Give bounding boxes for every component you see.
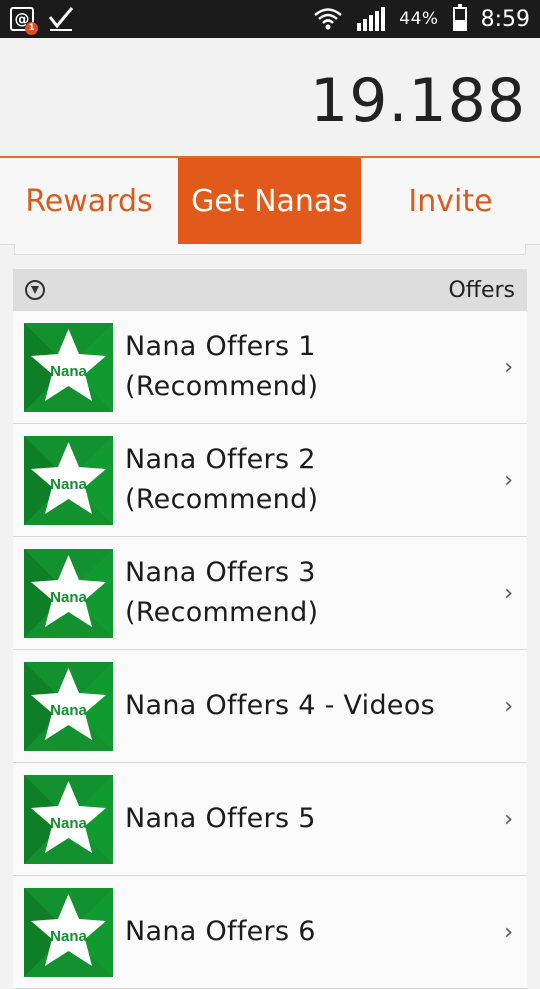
offers-section-header[interactable]: Offers xyxy=(13,269,527,311)
battery-icon xyxy=(452,4,467,31)
tab-get-nanas[interactable]: Get Nanas xyxy=(178,158,361,244)
signal-icon xyxy=(357,7,386,31)
clock: 8:59 xyxy=(480,6,530,32)
offer-title: Nana Offers 1 xyxy=(125,331,316,362)
offer-label: Nana Offers 2 (Recommend) xyxy=(125,440,318,520)
svg-text:Nana: Nana xyxy=(50,476,87,493)
email-notification-icon: @1 xyxy=(10,7,38,35)
tab-invite[interactable]: Invite xyxy=(361,158,540,244)
checkmark-icon xyxy=(48,6,74,32)
balance-value: 19.188 xyxy=(310,66,526,136)
svg-text:Nana: Nana xyxy=(50,363,87,380)
chevron-right-icon: › xyxy=(504,694,513,719)
offer-title: Nana Offers 4 - Videos xyxy=(125,690,436,721)
nana-star-icon: Nana xyxy=(24,887,113,977)
offer-row-4[interactable]: Nana Nana Offers 4 - Videos › xyxy=(13,650,527,763)
download-icon xyxy=(25,280,45,300)
tab-bar: Rewards Get Nanas Invite xyxy=(0,158,540,245)
offer-label: Nana Offers 4 - Videos xyxy=(125,686,435,726)
divider xyxy=(14,244,526,255)
offer-title: Nana Offers 5 xyxy=(125,803,316,834)
offers-list: Nana Nana Offers 1 (Recommend) › Nana Na… xyxy=(13,311,527,989)
nana-star-icon: Nana xyxy=(24,548,113,638)
offer-subtitle: (Recommend) xyxy=(125,484,319,515)
nana-star-icon: Nana xyxy=(24,774,113,864)
offer-label: Nana Offers 6 xyxy=(125,912,316,952)
battery-percent: 44% xyxy=(399,9,439,29)
status-bar: @1 44% 8:59 xyxy=(0,0,540,38)
offer-row-1[interactable]: Nana Nana Offers 1 (Recommend) › xyxy=(13,311,527,424)
chevron-right-icon: › xyxy=(504,920,513,945)
chevron-right-icon: › xyxy=(504,355,513,380)
svg-text:Nana: Nana xyxy=(50,589,87,606)
svg-text:Nana: Nana xyxy=(50,815,87,832)
offer-label: Nana Offers 3 (Recommend) xyxy=(125,553,318,633)
offer-title: Nana Offers 3 xyxy=(125,557,316,588)
offer-title: Nana Offers 6 xyxy=(125,916,316,947)
section-title: Offers xyxy=(448,277,515,303)
tab-rewards[interactable]: Rewards xyxy=(0,158,178,244)
offer-label: Nana Offers 5 xyxy=(125,799,316,839)
nana-star-icon: Nana xyxy=(24,661,113,751)
svg-text:Nana: Nana xyxy=(50,928,87,945)
offer-label: Nana Offers 1 (Recommend) xyxy=(125,327,318,407)
offer-row-3[interactable]: Nana Nana Offers 3 (Recommend) › xyxy=(13,537,527,650)
balance-panel: 19.188 xyxy=(0,38,540,158)
nana-star-icon: Nana xyxy=(24,322,113,412)
chevron-right-icon: › xyxy=(504,807,513,832)
offer-row-2[interactable]: Nana Nana Offers 2 (Recommend) › xyxy=(13,424,527,537)
svg-text:Nana: Nana xyxy=(50,702,87,719)
chevron-right-icon: › xyxy=(504,581,513,606)
offer-subtitle: (Recommend) xyxy=(125,597,319,628)
wifi-icon xyxy=(313,7,343,31)
offer-title: Nana Offers 2 xyxy=(125,444,316,475)
offer-row-6[interactable]: Nana Nana Offers 6 › xyxy=(13,876,527,989)
chevron-right-icon: › xyxy=(504,468,513,493)
nana-star-icon: Nana xyxy=(24,435,113,525)
offer-row-5[interactable]: Nana Nana Offers 5 › xyxy=(13,763,527,876)
offer-subtitle: (Recommend) xyxy=(125,371,319,402)
